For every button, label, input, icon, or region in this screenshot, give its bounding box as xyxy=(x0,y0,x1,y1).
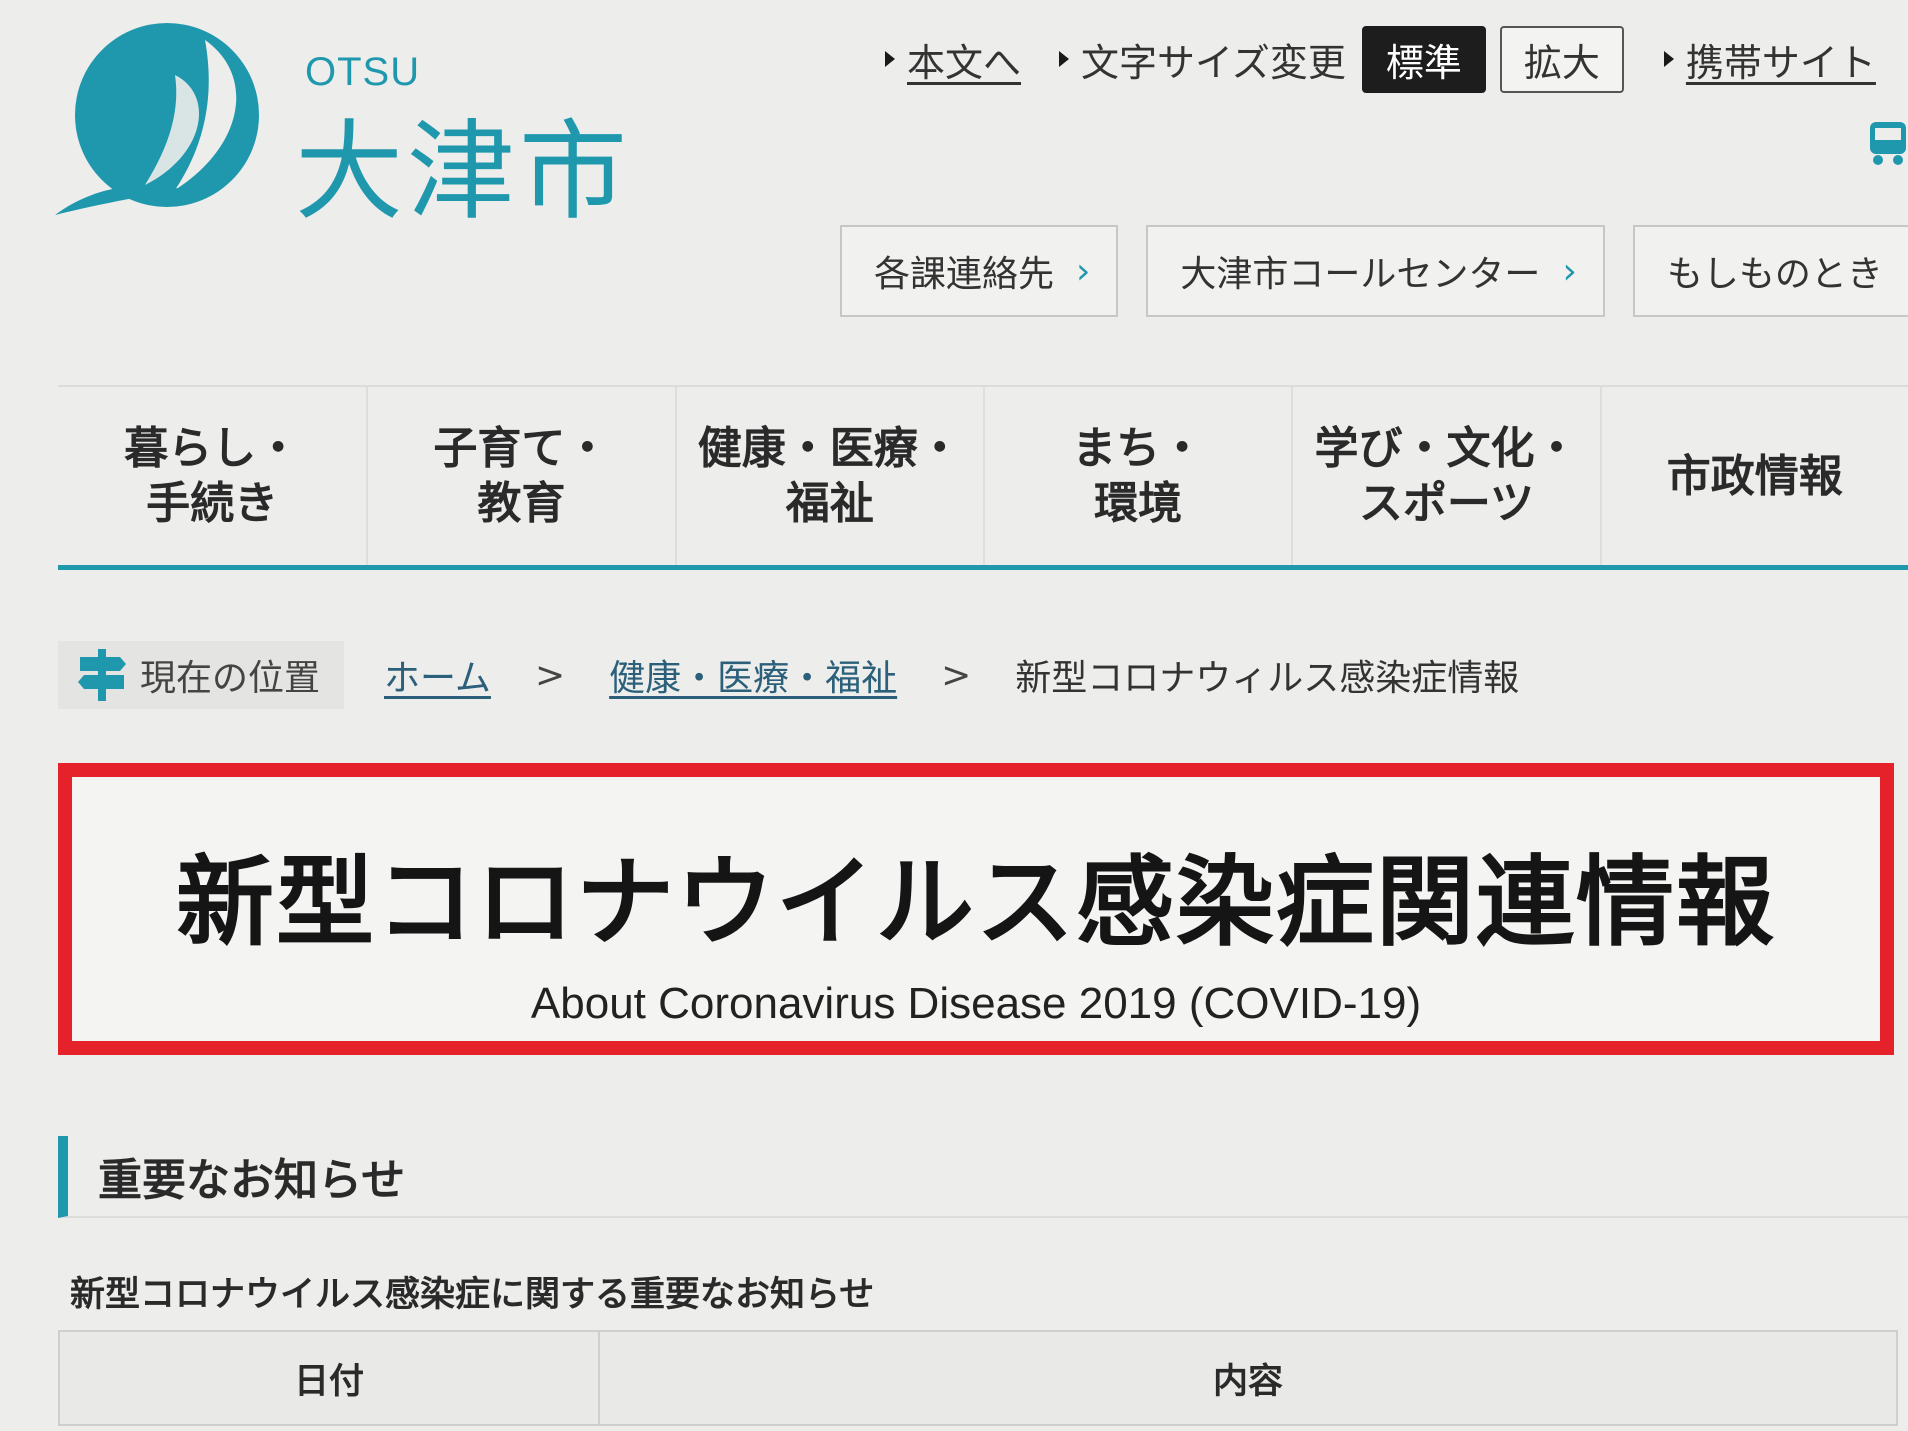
quick-link-department-contacts[interactable]: 各課連絡先 › xyxy=(840,225,1119,317)
text-size-standard-button[interactable]: 標準 xyxy=(1361,25,1486,93)
global-nav: 暮らし・ 手続き 子育て・ 教育 健康・医療・ 福祉 まち・ 環境 学び・文化・… xyxy=(58,385,1908,570)
gnav-item-culture[interactable]: 学び・文化・ スポーツ xyxy=(1291,387,1599,565)
gnav-item-health[interactable]: 健康・医療・ 福祉 xyxy=(674,387,983,565)
quick-link-label: 大津市コールセンター xyxy=(1180,254,1541,295)
column-header-date: 日付 xyxy=(58,1330,600,1426)
section-heading-important: 重要なお知らせ xyxy=(58,1136,1908,1218)
logo-kanji-text: 大津市 xyxy=(295,110,632,235)
chevron-right-icon: › xyxy=(1562,250,1577,292)
breadcrumb-label: 現在の位置 xyxy=(58,641,345,709)
section-heading-text: 重要なお知らせ xyxy=(98,1155,406,1206)
notice-subheading: 新型コロナウイルス感染症に関する重要なお知らせ xyxy=(70,1275,875,1315)
triangle-right-icon xyxy=(1663,51,1674,67)
page-title: 新型コロナウイルス感染症関連情報 xyxy=(175,846,1776,960)
text-size-label-text: 文字サイズ変更 xyxy=(1081,40,1346,85)
notice-table: 日付 内容 xyxy=(58,1330,1898,1426)
breadcrumb-label-text: 現在の位置 xyxy=(140,658,321,699)
text-size-label: 文字サイズ変更 xyxy=(1059,32,1346,87)
gnav-item-city-admin[interactable]: 市政情報 xyxy=(1599,387,1908,565)
covid-banner: 新型コロナウイルス感染症関連情報 About Coronavirus Disea… xyxy=(58,763,1894,1055)
breadcrumb-separator: > xyxy=(534,654,566,696)
page-subtitle: About Coronavirus Disease 2019 (COVID-19… xyxy=(530,979,1422,1028)
breadcrumb-separator: > xyxy=(941,654,972,696)
breadcrumb-parent-link[interactable]: 健康・医療・福祉 xyxy=(609,649,897,701)
breadcrumb-home-link[interactable]: ホーム xyxy=(384,649,491,701)
quick-link-call-center[interactable]: 大津市コールセンター › xyxy=(1146,225,1605,317)
quick-link-emergency[interactable]: もしものとき › xyxy=(1632,225,1908,317)
breadcrumb: 現在の位置 ホーム > 健康・医療・福祉 > 新型コロナウィルス感染症情報 xyxy=(58,640,1519,710)
table-header-row: 日付 内容 xyxy=(58,1330,1898,1426)
mobile-site-link[interactable]: 携帯サイト xyxy=(1663,32,1876,87)
column-header-content: 内容 xyxy=(598,1330,1898,1426)
otsu-emblem-icon xyxy=(55,23,259,215)
site-logo[interactable]: OTSU 大津市 xyxy=(55,15,675,235)
quick-links-bar: 各課連絡先 › 大津市コールセンター › もしものとき › xyxy=(840,225,1908,317)
gnav-item-childcare[interactable]: 子育て・ 教育 xyxy=(366,387,674,565)
gnav-item-living[interactable]: 暮らし・ 手続き xyxy=(58,387,366,565)
skip-to-content-label: 本文へ xyxy=(907,40,1022,85)
quick-link-label: 各課連絡先 xyxy=(874,254,1055,295)
utility-bar: 本文へ 文字サイズ変更 標準 拡大 携帯サイト xyxy=(885,25,1908,93)
gnav-item-town[interactable]: まち・ 環境 xyxy=(982,387,1291,565)
chevron-right-icon: › xyxy=(1076,250,1091,292)
triangle-right-icon xyxy=(885,51,895,67)
bus-icon[interactable] xyxy=(1868,118,1908,166)
skip-to-content-link[interactable]: 本文へ xyxy=(885,32,1021,87)
signpost-icon xyxy=(78,649,126,701)
text-size-large-button[interactable]: 拡大 xyxy=(1499,25,1624,93)
triangle-right-icon xyxy=(1059,51,1070,67)
mobile-site-label: 携帯サイト xyxy=(1685,40,1876,85)
quick-link-label: もしものとき xyxy=(1666,254,1883,295)
breadcrumb-current: 新型コロナウィルス感染症情報 xyxy=(1015,658,1520,699)
